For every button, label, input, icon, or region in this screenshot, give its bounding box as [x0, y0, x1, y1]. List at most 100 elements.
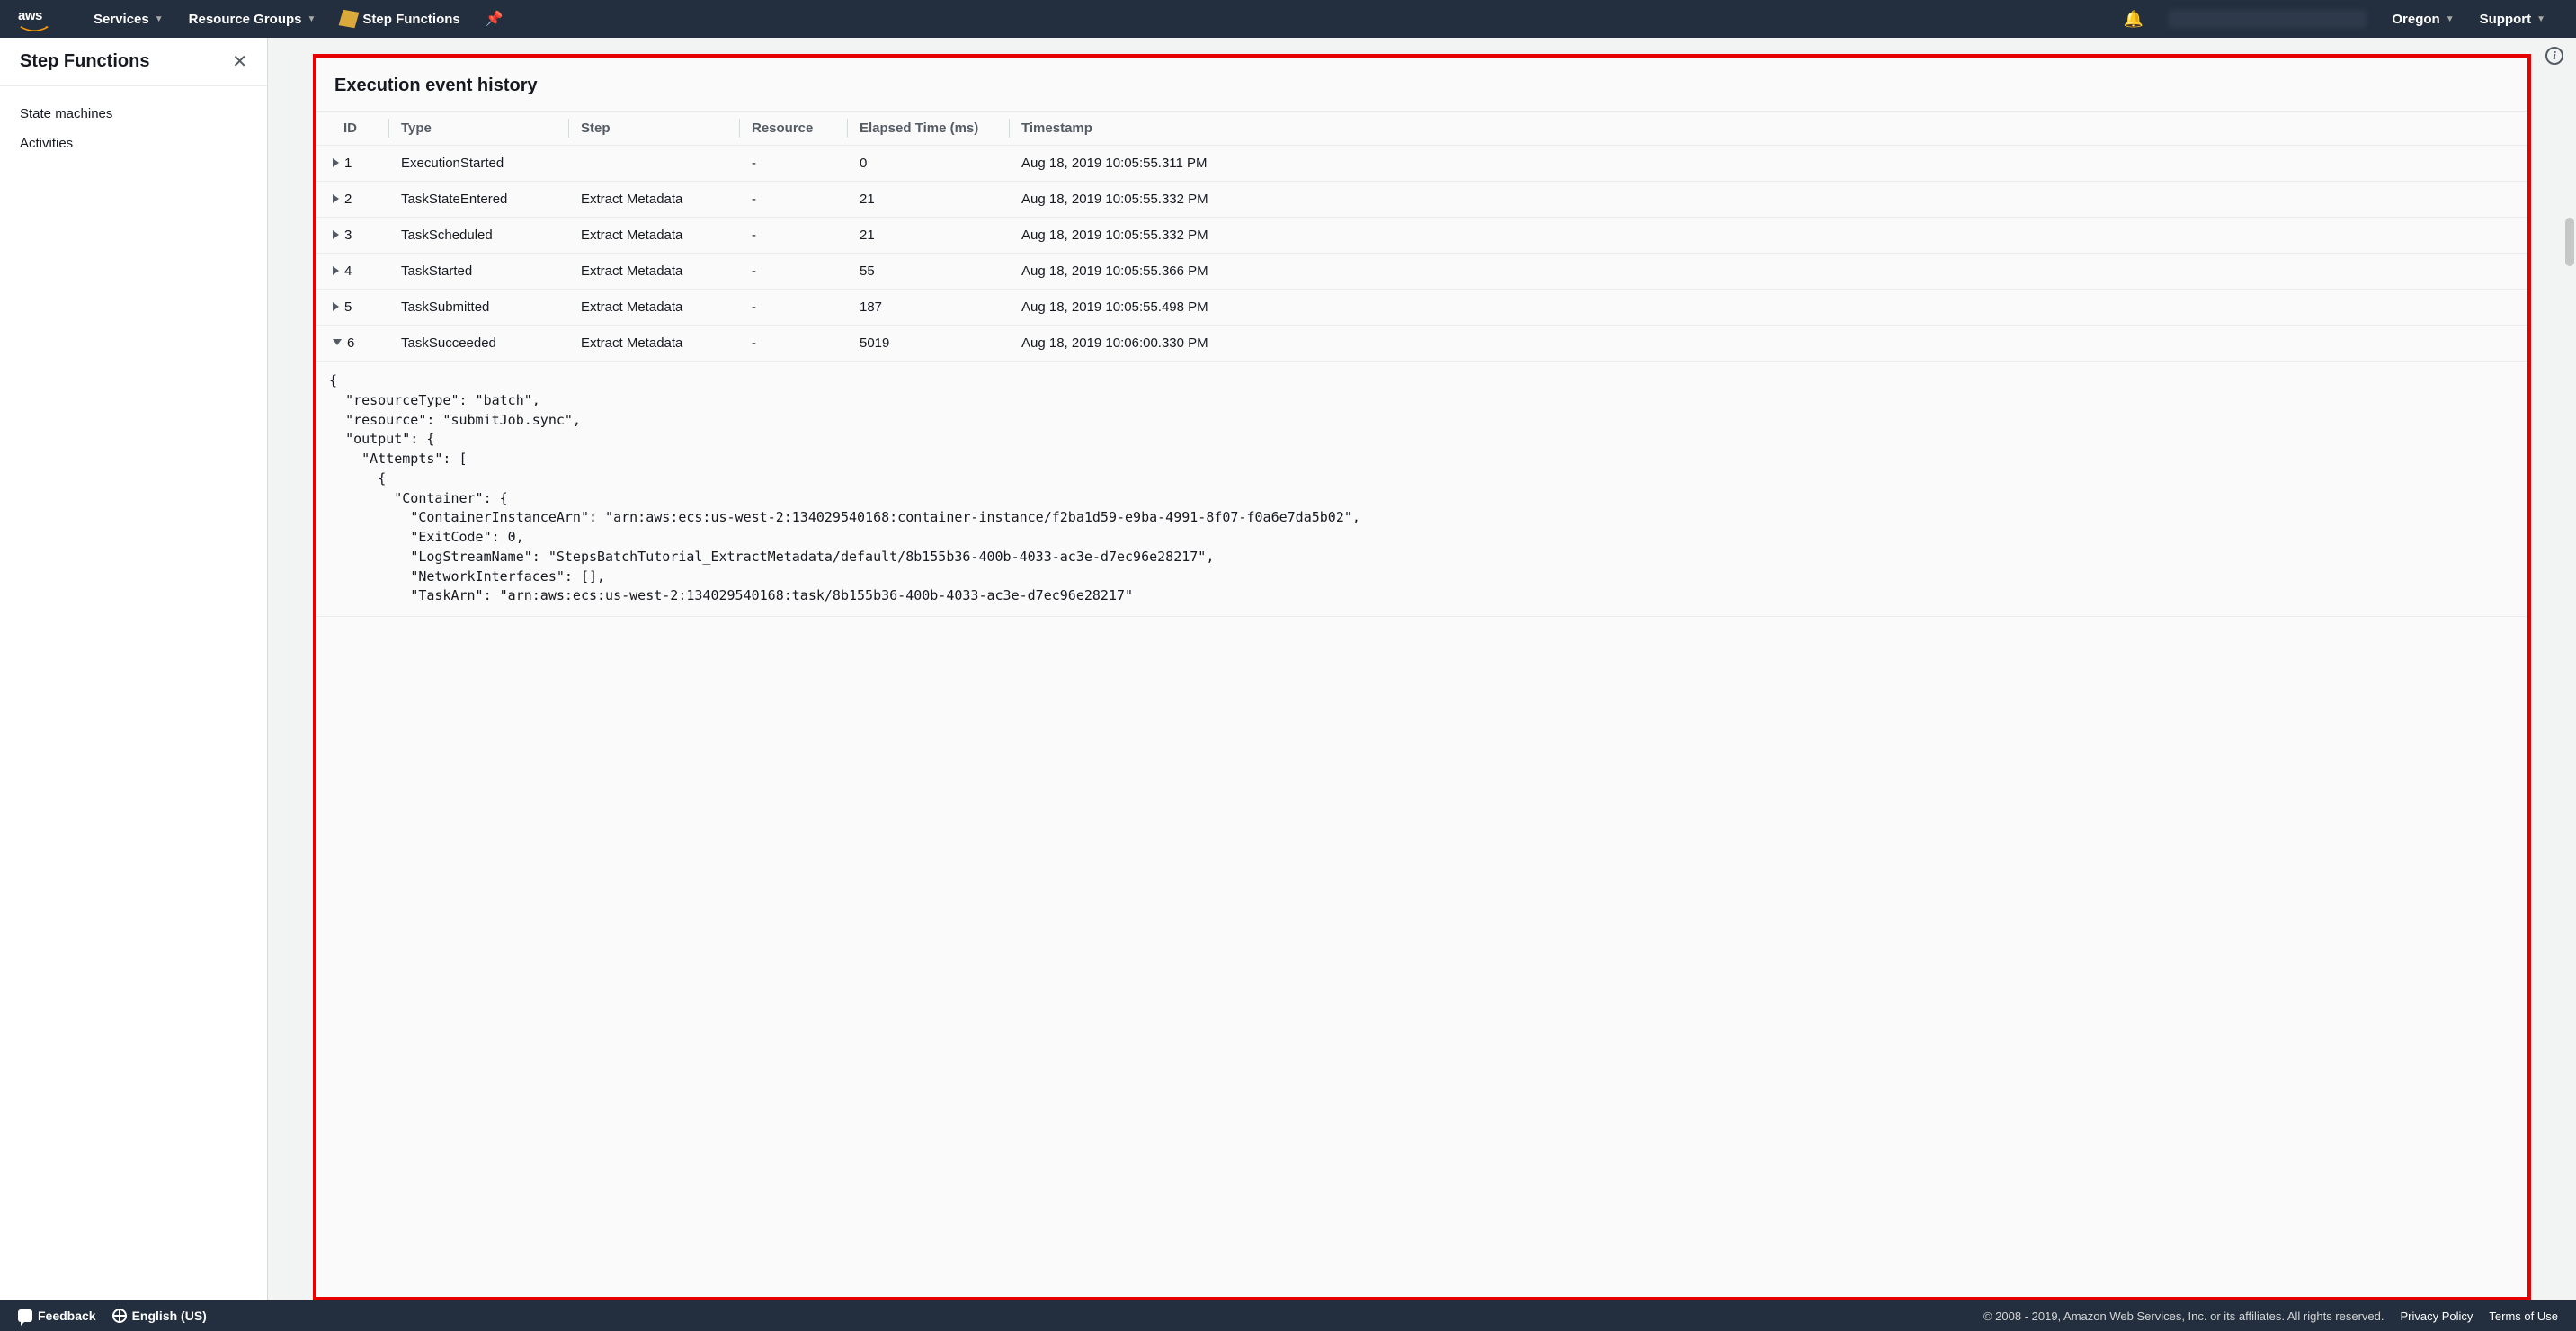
event-resource: - [739, 290, 847, 326]
event-resource: - [739, 326, 847, 362]
event-type: TaskStarted [388, 254, 568, 290]
sidebar-close-icon[interactable]: ✕ [232, 50, 247, 73]
pin-icon: 📌 [486, 10, 504, 28]
event-timestamp: Aug 18, 2019 10:05:55.498 PM [1009, 290, 2527, 326]
caret-down-icon: ▼ [2446, 14, 2455, 24]
event-id: 5 [344, 299, 352, 315]
nav-resource-groups-label: Resource Groups [189, 12, 302, 27]
event-elapsed: 187 [847, 290, 1009, 326]
nav-account-redacted[interactable] [2169, 10, 2367, 28]
caret-down-icon: ▼ [308, 14, 316, 24]
event-elapsed: 21 [847, 182, 1009, 218]
event-id: 4 [344, 264, 352, 279]
event-resource: - [739, 182, 847, 218]
footer-feedback-label: Feedback [38, 1309, 96, 1323]
table-row: 5 TaskSubmittedExtract Metadata-187Aug 18… [316, 290, 2527, 326]
footer-privacy[interactable]: Privacy Policy [2401, 1309, 2473, 1323]
event-elapsed: 21 [847, 218, 1009, 254]
collapse-icon[interactable] [333, 339, 342, 345]
expand-icon[interactable] [333, 230, 339, 239]
event-type: TaskStateEntered [388, 182, 568, 218]
event-type: TaskSubmitted [388, 290, 568, 326]
event-timestamp: Aug 18, 2019 10:05:55.332 PM [1009, 218, 2527, 254]
expand-icon[interactable] [333, 158, 339, 167]
execution-event-history-panel: Execution event history ID Type Step Res… [313, 54, 2531, 1300]
event-step: Extract Metadata [568, 290, 739, 326]
info-icon[interactable]: i [2545, 47, 2563, 65]
table-header-row: ID Type Step Resource Elapsed Time (ms) … [316, 112, 2527, 146]
nav-services[interactable]: Services ▼ [81, 0, 176, 38]
nav-region-label: Oregon [2392, 12, 2439, 27]
event-elapsed: 5019 [847, 326, 1009, 362]
event-type: TaskSucceeded [388, 326, 568, 362]
expand-icon[interactable] [333, 302, 339, 311]
event-resource: - [739, 218, 847, 254]
event-step: Extract Metadata [568, 326, 739, 362]
col-resource[interactable]: Resource [739, 112, 847, 146]
nav-services-label: Services [94, 12, 149, 27]
col-type[interactable]: Type [388, 112, 568, 146]
caret-down-icon: ▼ [2536, 14, 2545, 24]
event-timestamp: Aug 18, 2019 10:05:55.311 PM [1009, 146, 2527, 182]
event-timestamp: Aug 18, 2019 10:06:00.330 PM [1009, 326, 2527, 362]
expanded-json-row: { "resourceType": "batch", "resource": "… [316, 362, 2527, 617]
footer-language[interactable]: English (US) [112, 1309, 207, 1323]
event-id: 1 [344, 156, 352, 171]
event-step [568, 146, 739, 182]
expand-icon[interactable] [333, 194, 339, 203]
globe-icon [112, 1309, 127, 1323]
table-row: 1 ExecutionStarted -0Aug 18, 2019 10:05:55… [316, 146, 2527, 182]
event-elapsed: 55 [847, 254, 1009, 290]
footer-copyright: © 2008 - 2019, Amazon Web Services, Inc.… [1983, 1309, 2384, 1323]
nav-notifications[interactable]: 🔔 [2111, 10, 2156, 29]
event-resource: - [739, 146, 847, 182]
sidebar-links: State machines Activities [0, 86, 267, 171]
topnav: aws Services ▼ Resource Groups ▼ Step Fu… [0, 0, 2576, 38]
scrollbar-thumb[interactable] [2565, 218, 2574, 266]
expand-icon[interactable] [333, 266, 339, 275]
footer: Feedback English (US) © 2008 - 2019, Ama… [0, 1300, 2576, 1331]
caret-down-icon: ▼ [155, 14, 164, 24]
col-elapsed[interactable]: Elapsed Time (ms) [847, 112, 1009, 146]
aws-logo[interactable]: aws [18, 9, 54, 29]
event-id: 2 [344, 192, 352, 207]
nav-resource-groups[interactable]: Resource Groups ▼ [176, 0, 329, 38]
sidebar-header: Step Functions ✕ [0, 38, 267, 86]
event-type: TaskScheduled [388, 218, 568, 254]
footer-terms[interactable]: Terms of Use [2489, 1309, 2558, 1323]
table-row: 3 TaskScheduledExtract Metadata-21Aug 18,… [316, 218, 2527, 254]
col-step[interactable]: Step [568, 112, 739, 146]
sidebar: Step Functions ✕ State machines Activiti… [0, 38, 268, 1300]
event-resource: - [739, 254, 847, 290]
step-functions-icon [339, 10, 360, 29]
event-elapsed: 0 [847, 146, 1009, 182]
nav-step-functions-label: Step Functions [362, 12, 459, 27]
panel-title: Execution event history [316, 58, 2527, 111]
bell-icon: 🔔 [2124, 10, 2144, 28]
event-id: 6 [347, 335, 354, 351]
event-timestamp: Aug 18, 2019 10:05:55.332 PM [1009, 182, 2527, 218]
footer-language-label: English (US) [132, 1309, 207, 1323]
footer-feedback[interactable]: Feedback [18, 1309, 96, 1323]
event-timestamp: Aug 18, 2019 10:05:55.366 PM [1009, 254, 2527, 290]
nav-support[interactable]: Support ▼ [2467, 0, 2558, 38]
event-output-json: { "resourceType": "batch", "resource": "… [329, 371, 2515, 606]
sidebar-link-activities[interactable]: Activities [0, 129, 267, 158]
sidebar-link-state-machines[interactable]: State machines [0, 99, 267, 129]
table-row: 4 TaskStartedExtract Metadata-55Aug 18, 2… [316, 254, 2527, 290]
sidebar-title: Step Functions [20, 51, 149, 72]
event-step: Extract Metadata [568, 182, 739, 218]
table-row: 6 TaskSucceededExtract Metadata-5019Aug 1… [316, 326, 2527, 362]
nav-region[interactable]: Oregon ▼ [2379, 0, 2466, 38]
event-type: ExecutionStarted [388, 146, 568, 182]
col-timestamp[interactable]: Timestamp [1009, 112, 2527, 146]
col-id[interactable]: ID [316, 112, 388, 146]
event-history-table: ID Type Step Resource Elapsed Time (ms) … [316, 111, 2527, 617]
nav-support-label: Support [2480, 12, 2532, 27]
nav-pin[interactable]: 📌 [473, 0, 516, 38]
event-step: Extract Metadata [568, 254, 739, 290]
event-step: Extract Metadata [568, 218, 739, 254]
event-id: 3 [344, 228, 352, 243]
feedback-icon [18, 1309, 32, 1322]
nav-step-functions[interactable]: Step Functions [328, 0, 472, 38]
